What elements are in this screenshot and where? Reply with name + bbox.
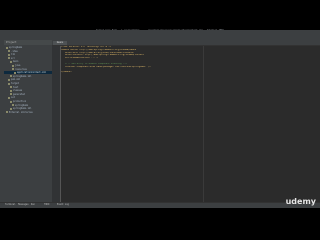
tree-item-label: applicationContext.xml (17, 71, 46, 75)
folder-icon (12, 104, 14, 107)
tree-item[interactable]: src (4, 57, 52, 60)
tree-item[interactable]: applicationContext.xml (4, 71, 52, 75)
tree-item-label: main (13, 60, 19, 64)
tree-item-label: resources (15, 67, 27, 71)
tree-item-label: generated (13, 92, 25, 96)
tree-item-label: production (13, 100, 27, 103)
tree-item[interactable]: test (4, 86, 52, 89)
project-panel-header[interactable]: Project (4, 40, 52, 45)
tree-item[interactable]: springdemo (4, 104, 52, 107)
folder-icon (10, 100, 12, 103)
tree-item-label: java (15, 64, 21, 67)
status-bar-tab[interactable]: Run (31, 203, 35, 207)
folder-icon (14, 71, 16, 74)
folder-icon (10, 86, 12, 89)
folder-icon (8, 50, 10, 53)
right-margin-guide (203, 46, 204, 202)
tree-item[interactable]: .idea (4, 50, 52, 53)
editor-gutter (52, 46, 61, 202)
status-bar-tab[interactable]: TODO (44, 203, 49, 207)
tree-item[interactable]: generated (4, 93, 52, 96)
folder-icon (8, 53, 10, 56)
folder-icon (12, 68, 14, 71)
folder-icon (8, 96, 10, 99)
tree-item[interactable]: External Libraries (4, 111, 52, 114)
tree-item-label: springdemo.iml (13, 107, 32, 111)
tree-item-label: out (11, 96, 15, 100)
tree-item[interactable]: springdemo (4, 46, 52, 49)
tree-item-label: springdemo (9, 46, 23, 49)
tree-item[interactable]: springdemo.iml (4, 107, 52, 110)
code-line: </beans> (61, 71, 72, 74)
folder-icon (10, 93, 12, 96)
tree-item-label: .idea (11, 49, 18, 53)
folder-icon (10, 107, 12, 110)
tree-item[interactable]: out (4, 96, 52, 99)
editor-tab[interactable]: beans (53, 41, 67, 45)
status-bar-tab[interactable]: Messages (18, 203, 29, 207)
tree-item-label: External Libraries (9, 110, 33, 114)
folder-icon (10, 89, 12, 92)
tree-item[interactable]: classes (4, 89, 52, 92)
tree-item-label: classes (13, 89, 23, 93)
status-bar-tab[interactable]: Terminal (5, 203, 16, 207)
tree-item-label: target (11, 82, 19, 85)
status-bar-tab[interactable]: Event Log (57, 203, 69, 207)
folder-icon (6, 46, 8, 49)
tree-item-label: springdemo.iml (13, 74, 32, 78)
tree-item[interactable]: main (4, 60, 52, 63)
udemy-logo: udemy (285, 197, 316, 206)
tree-item[interactable]: resources (4, 68, 52, 71)
tree-item[interactable]: lib (4, 53, 52, 56)
tree-item-label: springdemo (15, 103, 29, 107)
folder-icon (10, 75, 12, 78)
video-letterbox-top (0, 0, 320, 30)
tree-item-label: src (11, 56, 15, 60)
tree-item-label: lib (11, 53, 15, 57)
tree-item[interactable]: java (4, 64, 52, 67)
folder-icon (10, 60, 12, 63)
folder-icon (8, 57, 10, 60)
folder-icon (6, 111, 8, 114)
tree-item-label: test (13, 85, 19, 89)
video-letterbox-bottom (0, 208, 320, 240)
tree-item[interactable]: springdemo.iml (4, 75, 52, 78)
tree-item[interactable]: target (4, 82, 52, 85)
tree-item[interactable]: pom.xml (4, 78, 52, 81)
folder-icon (12, 64, 14, 67)
folder-icon (8, 78, 10, 81)
tree-item-label: pom.xml (11, 78, 21, 82)
folder-icon (8, 82, 10, 85)
tree-item[interactable]: production (4, 100, 52, 103)
